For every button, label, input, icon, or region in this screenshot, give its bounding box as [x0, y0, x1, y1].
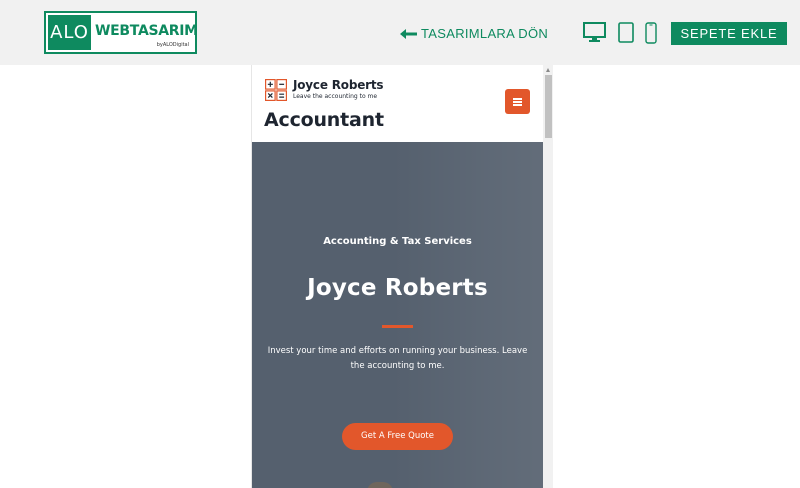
menu-icon-line	[513, 104, 522, 106]
back-link-label: TASARIMLARA DÖN	[421, 26, 549, 41]
preview-scrollbar[interactable]	[543, 65, 553, 488]
menu-icon-line	[513, 101, 522, 103]
tablet-icon[interactable]	[618, 22, 634, 43]
site-name[interactable]: Joyce Roberts	[293, 78, 384, 92]
scroll-up-arrow-icon[interactable]	[546, 68, 550, 72]
hero-section: Accounting & Tax Services Joyce Roberts …	[252, 142, 543, 488]
logo-alo: ALO	[48, 15, 91, 50]
hamburger-menu-button[interactable]	[505, 89, 530, 114]
mobile-icon[interactable]	[645, 22, 657, 44]
hero-heading: Joyce Roberts	[307, 275, 488, 301]
hero-photo	[367, 482, 393, 488]
mobile-preview-frame: Joyce Roberts Leave the accounting to me…	[251, 65, 553, 488]
site-header: Joyce Roberts Leave the accounting to me…	[252, 65, 543, 142]
scroll-thumb[interactable]	[545, 75, 552, 138]
site-tagline: Leave the accounting to me	[293, 93, 378, 100]
add-to-cart-button[interactable]: SEPETE EKLE	[671, 22, 787, 45]
top-bar: ALO WEBTASARIM byALODigital TASARIMLARA …	[0, 0, 800, 65]
calculator-logo-icon[interactable]	[265, 79, 287, 101]
menu-icon-line	[513, 98, 522, 100]
arrow-left-icon	[400, 28, 417, 39]
get-quote-button[interactable]: Get A Free Quote	[342, 423, 453, 450]
hero-text: Invest your time and efforts on running …	[267, 346, 528, 371]
alowebtasarim-logo[interactable]: ALO WEBTASARIM byALODigital	[44, 11, 198, 54]
logo-by: byALODigital	[156, 42, 189, 48]
logo-webtasarim: WEBTASARIM	[95, 23, 198, 39]
back-to-designs-link[interactable]: TASARIMLARA DÖN	[400, 26, 548, 41]
page-title: Accountant	[264, 109, 384, 131]
hero-subtitle: Accounting & Tax Services	[323, 236, 472, 247]
desktop-icon[interactable]	[583, 22, 606, 43]
hero-divider	[382, 325, 413, 328]
